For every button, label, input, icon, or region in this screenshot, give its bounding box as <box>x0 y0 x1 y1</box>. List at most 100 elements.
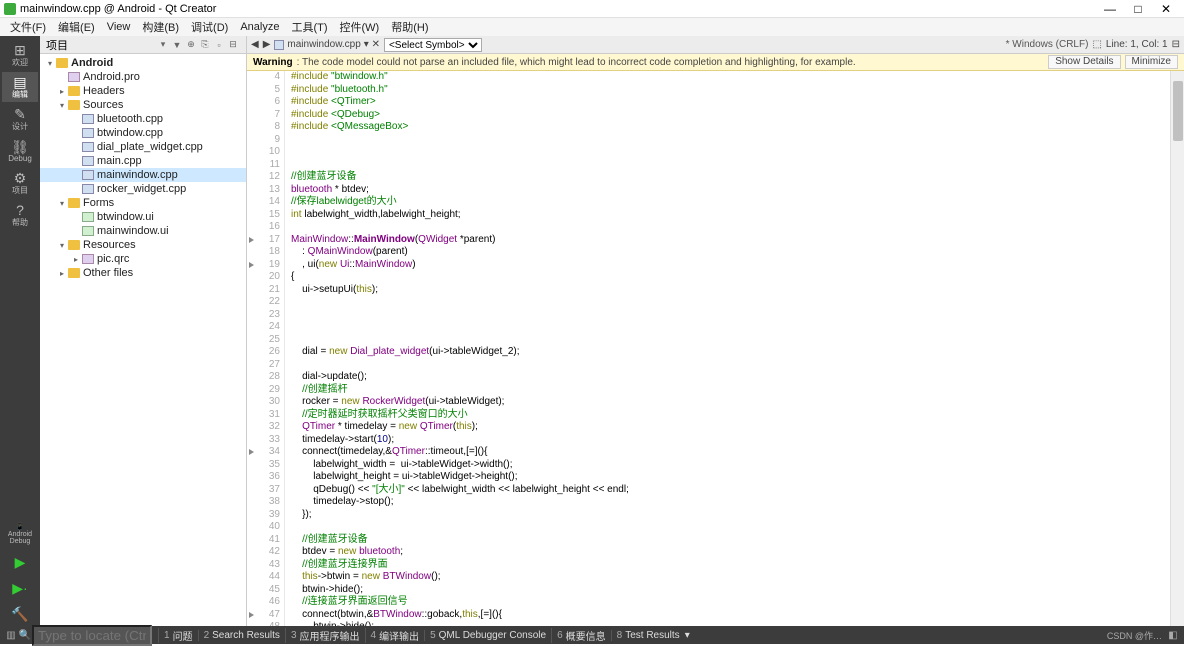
tree-item[interactable]: main.cpp <box>40 154 246 168</box>
line-number[interactable]: 12 <box>247 171 280 184</box>
encoding-label[interactable]: * Windows (CRLF) <box>1006 39 1089 50</box>
line-number[interactable]: 45 <box>247 584 280 597</box>
line-number[interactable]: 4 <box>247 71 280 84</box>
code-line[interactable] <box>285 146 1170 159</box>
tree-item[interactable]: ▸Headers <box>40 84 246 98</box>
split-icon[interactable]: ⊟ <box>1172 39 1180 50</box>
vertical-scrollbar[interactable] <box>1170 71 1184 626</box>
tree-item[interactable]: ▾Sources <box>40 98 246 112</box>
output-panel-tab[interactable]: 6概要信息 <box>551 628 611 643</box>
code-line[interactable]: connect(timedelay,&QTimer::timeout,[=]()… <box>285 446 1170 459</box>
line-number[interactable]: 27 <box>247 359 280 372</box>
output-panel-tab[interactable]: 2Search Results <box>198 630 285 641</box>
run-button-0[interactable]: ▶ <box>2 550 38 574</box>
line-number[interactable]: 38 <box>247 496 280 509</box>
line-number[interactable]: 32 <box>247 421 280 434</box>
menu-item[interactable]: 工具(T) <box>285 19 333 35</box>
tree-item[interactable]: Android.pro <box>40 70 246 84</box>
code-line[interactable]: ui->setupUi(this); <box>285 284 1170 297</box>
output-panel-tab[interactable]: 8Test Results <box>611 630 685 641</box>
line-number[interactable]: 25 <box>247 334 280 347</box>
line-number[interactable]: 10 <box>247 146 280 159</box>
sidebar-head-icon[interactable]: ⊟ <box>226 39 240 50</box>
code-line[interactable]: #include "bluetooth.h" <box>285 84 1170 97</box>
line-number[interactable]: 47 <box>247 609 280 622</box>
code-line[interactable]: timedelay->start(10); <box>285 434 1170 447</box>
lock-icon[interactable]: ⬚ <box>1092 39 1101 50</box>
locator-input[interactable] <box>32 625 152 646</box>
menu-item[interactable]: 文件(F) <box>4 19 52 35</box>
mode-帮助[interactable]: ?帮助 <box>2 200 38 230</box>
tree-item[interactable]: ▾Resources <box>40 238 246 252</box>
tree-item[interactable]: ▾Android <box>40 56 246 70</box>
tree-twisty-icon[interactable]: ▸ <box>56 87 68 96</box>
menu-item[interactable]: View <box>101 21 137 33</box>
code-line[interactable]: btwin->hide(); <box>285 621 1170 626</box>
line-number[interactable]: 40 <box>247 521 280 534</box>
line-number[interactable]: 16 <box>247 221 280 234</box>
code-line[interactable]: timedelay->stop(); <box>285 496 1170 509</box>
tree-twisty-icon[interactable]: ▾ <box>56 101 68 110</box>
code-line[interactable] <box>285 334 1170 347</box>
line-number[interactable]: 8 <box>247 121 280 134</box>
tree-twisty-icon[interactable]: ▾ <box>56 199 68 208</box>
line-number[interactable]: 42 <box>247 546 280 559</box>
code-line[interactable]: bluetooth * btdev; <box>285 184 1170 197</box>
code-area[interactable]: #include "btwindow.h"#include "bluetooth… <box>285 71 1170 626</box>
code-line[interactable]: MainWindow::MainWindow(QWidget *parent) <box>285 234 1170 247</box>
line-number[interactable]: 18 <box>247 246 280 259</box>
code-line[interactable]: labelwight_width = ui->tableWidget->widt… <box>285 459 1170 472</box>
code-line[interactable]: //定时器延时获取摇杆父类窗口的大小 <box>285 409 1170 422</box>
code-line[interactable]: labelwight_height = ui->tableWidget->hei… <box>285 471 1170 484</box>
tree-item[interactable]: ▸pic.qrc <box>40 252 246 266</box>
minimize-button[interactable]: — <box>1096 2 1124 16</box>
line-number[interactable]: 19 <box>247 259 280 272</box>
tree-item[interactable]: mainwindow.cpp <box>40 168 246 182</box>
code-line[interactable]: //创建蓝牙设备 <box>285 534 1170 547</box>
output-panel-tab[interactable]: 5QML Debugger Console <box>424 630 551 641</box>
code-line[interactable]: //保存labelwidget的大小 <box>285 196 1170 209</box>
line-number[interactable]: 48 <box>247 621 280 626</box>
code-line[interactable]: this->btwin = new BTWindow(); <box>285 571 1170 584</box>
tree-twisty-icon[interactable]: ▸ <box>56 269 68 278</box>
line-number[interactable]: 20 <box>247 271 280 284</box>
mode-欢迎[interactable]: ⊞欢迎 <box>2 40 38 70</box>
tree-item[interactable]: bluetooth.cpp <box>40 112 246 126</box>
show-details-button[interactable]: Show Details <box>1048 55 1120 69</box>
tree-item[interactable]: rocker_widget.cpp <box>40 182 246 196</box>
code-line[interactable]: btwin->hide(); <box>285 584 1170 597</box>
maximize-button[interactable]: □ <box>1124 2 1152 16</box>
tree-twisty-icon[interactable]: ▾ <box>44 59 56 68</box>
code-line[interactable] <box>285 521 1170 534</box>
close-output-icon[interactable]: ◧ <box>1166 630 1180 641</box>
line-number[interactable]: 36 <box>247 471 280 484</box>
tree-item[interactable]: btwindow.cpp <box>40 126 246 140</box>
menu-item[interactable]: Analyze <box>234 21 285 33</box>
code-line[interactable] <box>285 159 1170 172</box>
line-number[interactable]: 15 <box>247 209 280 222</box>
sidebar-head-icon[interactable]: ▾ <box>156 39 170 50</box>
code-line[interactable]: dial->update(); <box>285 371 1170 384</box>
tree-item[interactable]: ▸Other files <box>40 266 246 280</box>
line-number[interactable]: 13 <box>247 184 280 197</box>
nav-fwd-icon[interactable]: ▶ <box>263 39 271 50</box>
code-line[interactable]: #include <QDebug> <box>285 109 1170 122</box>
output-panel-tab[interactable]: 4编译输出 <box>365 628 425 643</box>
line-number[interactable]: 29 <box>247 384 280 397</box>
line-number[interactable]: 17 <box>247 234 280 247</box>
tree-twisty-icon[interactable]: ▾ <box>56 241 68 250</box>
line-number[interactable]: 14 <box>247 196 280 209</box>
line-number[interactable]: 34 <box>247 446 280 459</box>
line-number[interactable]: 41 <box>247 534 280 547</box>
code-line[interactable] <box>285 296 1170 309</box>
mode-设计[interactable]: ✎设计 <box>2 104 38 134</box>
line-number[interactable]: 26 <box>247 346 280 359</box>
code-line[interactable] <box>285 321 1170 334</box>
line-number[interactable]: 6 <box>247 96 280 109</box>
code-line[interactable]: btdev = new bluetooth; <box>285 546 1170 559</box>
sidebar-head-icon[interactable]: ▼ <box>170 40 184 50</box>
symbol-selector[interactable]: <Select Symbol> <box>384 38 482 52</box>
line-number[interactable]: 30 <box>247 396 280 409</box>
line-number[interactable]: 46 <box>247 596 280 609</box>
nav-back-icon[interactable]: ◀ <box>251 39 259 50</box>
